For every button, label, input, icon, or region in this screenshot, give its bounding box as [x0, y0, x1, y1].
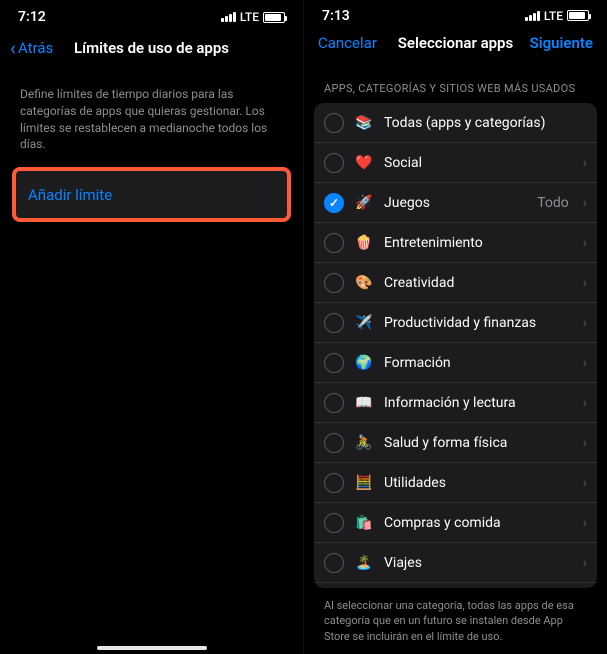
category-label: Creatividad — [384, 275, 573, 291]
nav-bar: Cancelar Seleccionar apps Siguiente — [304, 27, 607, 58]
selection-checkbox[interactable] — [324, 313, 344, 333]
category-label: Información y lectura — [384, 395, 573, 411]
category-label: Entretenimiento — [384, 235, 573, 251]
category-icon: 🎨 — [354, 273, 374, 293]
add-limit-label: Añadir límite — [28, 186, 112, 204]
chevron-right-icon: › — [583, 395, 587, 411]
selection-checkbox[interactable] — [324, 193, 344, 213]
carrier-label: LTE — [240, 10, 259, 24]
status-time: 7:12 — [18, 9, 46, 25]
chevron-left-icon: ‹ — [10, 38, 16, 58]
category-icon: 🛍️ — [354, 513, 374, 533]
category-row[interactable]: 🚴 Salud y forma física › — [314, 423, 597, 463]
category-label: Social — [384, 155, 573, 171]
status-time: 7:13 — [322, 8, 350, 24]
category-row[interactable]: 🚀 Juegos Todo › — [314, 183, 597, 223]
selection-checkbox[interactable] — [324, 153, 344, 173]
category-row[interactable]: 🍿 Entretenimiento › — [314, 223, 597, 263]
battery-icon — [263, 12, 285, 23]
selection-checkbox[interactable] — [324, 233, 344, 253]
selection-checkbox[interactable] — [324, 433, 344, 453]
chevron-right-icon: › — [583, 475, 587, 491]
screen-select-apps: 7:13 LTE Cancelar Seleccionar apps Sigui… — [304, 0, 607, 654]
category-label: Viajes — [384, 555, 573, 571]
category-icon: ❤️ — [354, 153, 374, 173]
category-row[interactable]: 📖 Información y lectura › — [314, 383, 597, 423]
screen-app-limits: 7:12 LTE ‹ Atrás Límites de uso de apps … — [0, 0, 304, 654]
selection-checkbox[interactable] — [324, 353, 344, 373]
add-limit-button[interactable]: Añadir límite — [12, 167, 291, 222]
status-indicators: LTE — [221, 10, 285, 24]
chevron-right-icon: › — [583, 355, 587, 371]
category-label: Todas (apps y categorías) — [384, 115, 587, 131]
category-row[interactable]: ❤️ Social › — [314, 143, 597, 183]
category-label: Productividad y finanzas — [384, 315, 573, 331]
category-label: Utilidades — [384, 475, 573, 491]
page-title: Límites de uso de apps — [74, 39, 229, 57]
category-row[interactable]: 📚 Todas (apps y categorías) — [314, 103, 597, 143]
footer-note: Al seleccionar una categoría, todas las … — [304, 588, 607, 654]
chevron-right-icon: › — [583, 315, 587, 331]
page-title: Seleccionar apps — [398, 34, 513, 52]
category-row[interactable]: 🛍️ Compras y comida › — [314, 503, 597, 543]
status-bar: 7:12 LTE — [0, 0, 303, 30]
category-icon: 📖 — [354, 393, 374, 413]
status-bar: 7:13 LTE — [304, 0, 607, 27]
chevron-right-icon: › — [583, 515, 587, 531]
next-button[interactable]: Siguiente — [530, 34, 593, 52]
nav-bar: ‹ Atrás Límites de uso de apps — [0, 30, 303, 66]
back-button[interactable]: ‹ Atrás — [10, 38, 53, 58]
category-icon: 📚 — [354, 113, 374, 133]
chevron-right-icon: › — [583, 235, 587, 251]
category-row[interactable]: 🏝️ Viajes › — [314, 543, 597, 583]
battery-icon — [567, 10, 589, 21]
chevron-right-icon: › — [583, 275, 587, 291]
category-list: 📚 Todas (apps y categorías) ❤️ Social › 🚀 Jueg… — [314, 103, 597, 588]
category-icon: 🚴 — [354, 433, 374, 453]
selection-checkbox[interactable] — [324, 273, 344, 293]
category-icon: 🏝️ — [354, 553, 374, 573]
signal-icon — [525, 11, 540, 21]
selection-checkbox[interactable] — [324, 513, 344, 533]
chevron-right-icon: › — [583, 555, 587, 571]
category-icon: ✈️ — [354, 313, 374, 333]
selection-checkbox[interactable] — [324, 553, 344, 573]
category-label: Juegos — [384, 195, 527, 211]
home-indicator[interactable] — [97, 646, 207, 650]
selection-checkbox[interactable] — [324, 473, 344, 493]
chevron-right-icon: › — [583, 155, 587, 171]
back-label: Atrás — [18, 39, 53, 57]
category-icon: 🌍 — [354, 353, 374, 373]
category-icon: 🧮 — [354, 473, 374, 493]
category-label: Salud y forma física — [384, 435, 573, 451]
category-icon: 🚀 — [354, 193, 374, 213]
category-value: Todo — [537, 195, 569, 211]
cancel-button[interactable]: Cancelar — [318, 34, 377, 52]
description-text: Define límites de tiempo diarios para la… — [0, 66, 303, 167]
category-row[interactable]: ✈️ Productividad y finanzas › — [314, 303, 597, 343]
category-row[interactable]: 🎨 Creatividad › — [314, 263, 597, 303]
selection-checkbox[interactable] — [324, 113, 344, 133]
selection-checkbox[interactable] — [324, 393, 344, 413]
category-row[interactable]: 🧮 Utilidades › — [314, 463, 597, 503]
category-row[interactable]: 🌍 Formación › — [314, 343, 597, 383]
category-icon: 🍿 — [354, 233, 374, 253]
carrier-label: LTE — [544, 9, 563, 23]
chevron-right-icon: › — [583, 435, 587, 451]
category-label: Compras y comida — [384, 515, 573, 531]
status-indicators: LTE — [525, 9, 589, 23]
category-label: Formación — [384, 355, 573, 371]
chevron-right-icon: › — [583, 195, 587, 211]
section-header: APPS, CATEGORÍAS Y SITIOS WEB MÁS USADOS — [304, 58, 607, 103]
signal-icon — [221, 12, 236, 22]
